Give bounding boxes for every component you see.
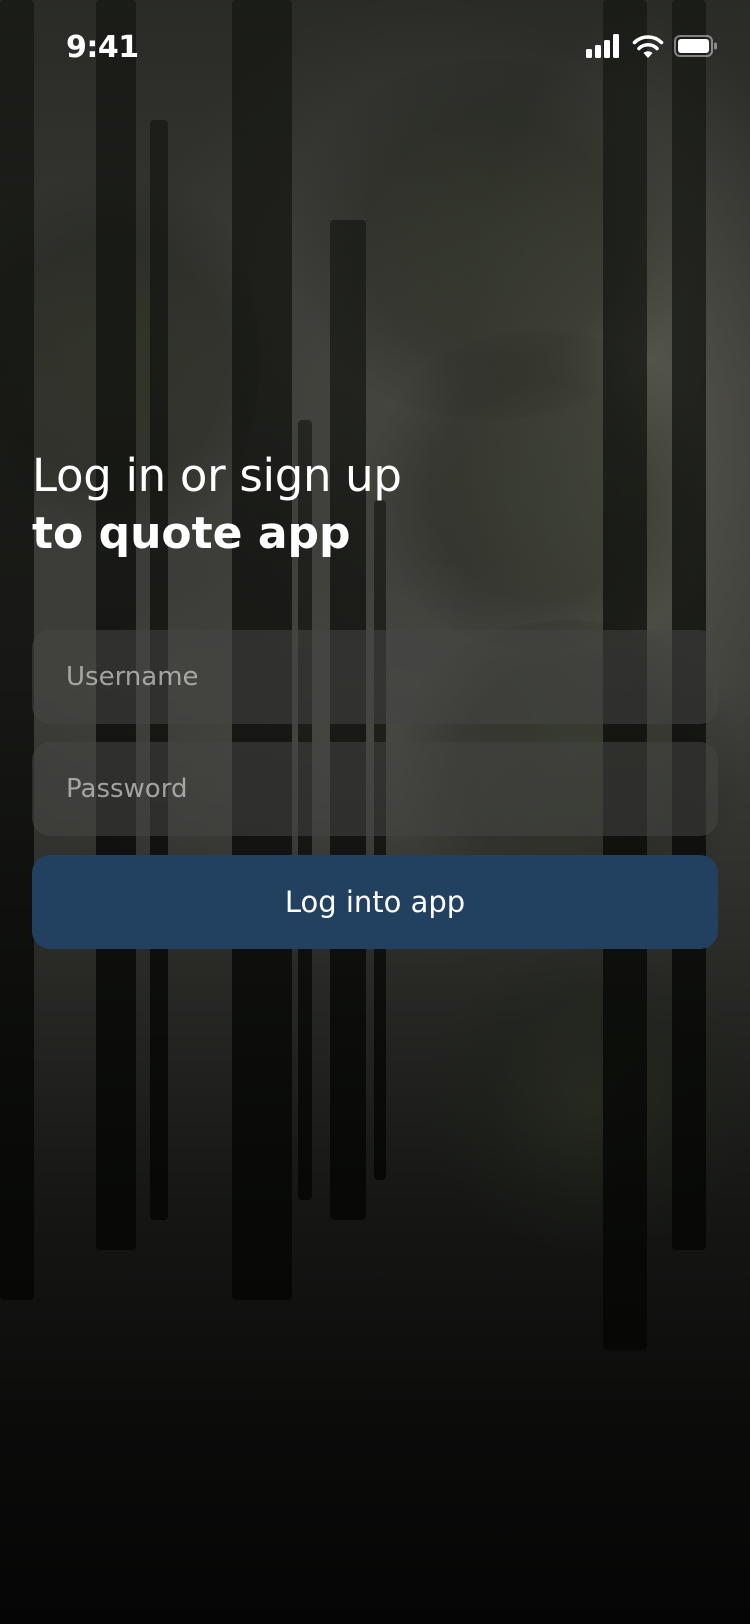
login-screen: 9:41 Log in or sign up to quote app User… [0,0,750,1624]
heading-app-name: to quote app [32,508,351,559]
status-bar: 9:41 [0,0,750,96]
log-into-app-button[interactable]: Log into app [32,855,718,949]
heading-primary: Log in or sign up [32,449,402,502]
status-time: 9:41 [66,30,139,65]
login-heading: Log in or sign up to quote app [32,447,402,563]
status-icons [586,34,718,62]
username-input[interactable] [32,630,718,724]
cellular-signal-icon [586,34,622,62]
wifi-icon [632,34,664,62]
battery-icon [674,35,718,61]
password-input[interactable] [32,742,718,836]
